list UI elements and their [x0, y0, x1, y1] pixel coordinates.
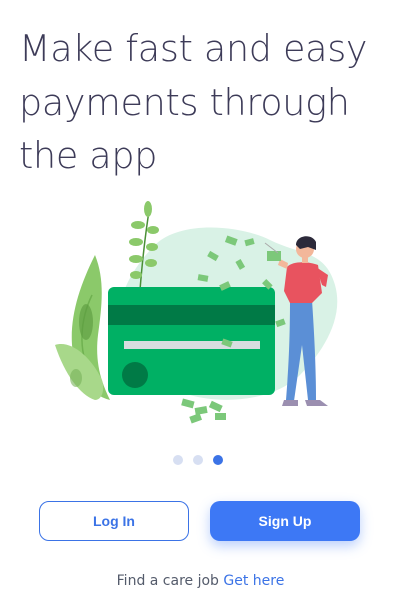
- login-button[interactable]: Log In: [39, 501, 189, 541]
- onboarding-headline: Make fast and easy payments through the …: [19, 22, 389, 183]
- payment-card-illustration: [50, 195, 360, 430]
- signup-button[interactable]: Sign Up: [210, 501, 360, 541]
- get-here-link[interactable]: Get here: [223, 573, 284, 589]
- headline-line-3: the app: [19, 134, 158, 177]
- headline-line-1: Make fast and easy: [19, 27, 368, 70]
- pagination-dot-2[interactable]: [193, 455, 203, 465]
- footer-prompt-text: Find a care job: [116, 573, 219, 589]
- headline-line-2: payments through: [19, 80, 350, 124]
- card-chip: [122, 362, 148, 388]
- pagination-dot-1[interactable]: [173, 455, 183, 465]
- pagination-dot-3-active[interactable]: [213, 455, 223, 465]
- pagination-dots: [173, 455, 229, 467]
- footer-prompt: Find a care job Get here: [0, 573, 401, 589]
- card-magnetic-stripe: [108, 305, 275, 325]
- card-signature-strip: [124, 341, 260, 349]
